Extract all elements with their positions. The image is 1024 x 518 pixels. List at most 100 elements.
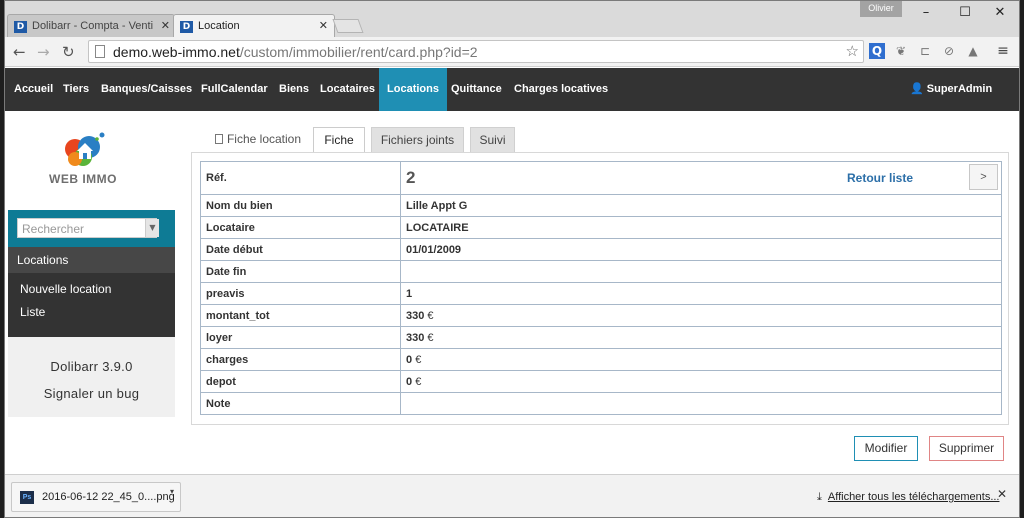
menu-biens[interactable]: Biens [279,68,309,111]
currency-symbol: € [427,309,434,322]
currency-symbol: € [415,353,422,366]
url-input[interactable]: demo.web-immo.net/custom/immobilier/rent… [88,40,864,63]
fiche-table: Réf. 2 Nom du bien Lille Appt G Locataire… [200,161,1002,415]
back-icon[interactable]: ← [13,43,26,61]
tab-fichiers-joints[interactable]: Fichiers joints [371,127,464,153]
evernote-icon[interactable]: ❦ [893,43,909,59]
fiche-heading: Fiche location [208,127,308,153]
extension-icon[interactable]: ⊏ [917,43,933,59]
row-value-text: 1 [406,287,413,300]
page-icon [95,45,105,58]
row-value-text: LOCATAIRE [406,221,469,234]
left-link-list[interactable]: Liste [20,305,45,319]
close-icon[interactable]: ✕ [319,19,328,32]
row-label: montant_tot [200,304,401,327]
currency-symbol: € [415,375,422,388]
search-block: Rechercher ▼ [8,210,175,247]
maximize-button[interactable]: ☐ [950,5,980,21]
chevron-down-icon[interactable]: ▼ [145,219,159,237]
close-window-button[interactable]: ✕ [985,5,1015,21]
drive-icon[interactable]: ▲ [965,43,981,59]
modify-button[interactable]: Modifier [854,436,918,461]
show-all-downloads-link[interactable]: ⤓ Afficher tous les téléchargements... [817,490,999,504]
currency-symbol: € [427,331,434,344]
table-row: loyer 330 € [200,326,1002,349]
download-filename: 2016-06-12 22_45_0....png [42,491,175,503]
report-bug-link[interactable]: Signaler un bug [8,386,175,401]
left-link-new-location[interactable]: Nouvelle location [20,282,111,296]
tab-strip: D Dolibarr - Compta - Venti ✕ D Location… [5,1,1019,38]
row-label: charges [200,348,401,371]
row-value-text: 330 [406,309,425,322]
row-label: Date début [200,238,401,261]
browser-tab-location[interactable]: D Location ✕ [173,14,335,38]
browser-window: D Dolibarr - Compta - Venti ✕ D Location… [4,0,1020,518]
menu-accueil[interactable]: Accueil [14,68,53,111]
row-value-text: 0 [406,353,413,366]
minimize-button[interactable]: – [911,5,941,21]
menu-locataires[interactable]: Locataires [320,68,375,111]
top-menu: Accueil Tiers Banques/Caisses FullCalend… [5,68,1019,111]
table-row: Note [200,392,1002,415]
delete-button[interactable]: Supprimer [929,436,1004,461]
search-input[interactable]: Rechercher [17,218,157,238]
downloads-bar: Ps 2016-06-12 22_45_0....png ▾ ⤓ Afficher… [5,474,1019,517]
menu-banques[interactable]: Banques/Caisses [101,68,192,111]
bookmark-star-icon[interactable]: ☆ [846,42,859,60]
menu-quittance[interactable]: Quittance [451,68,502,111]
menu-icon[interactable]: ≡ [995,43,1011,59]
extension-q-icon[interactable]: Q [869,43,885,59]
chevron-down-icon[interactable]: ▾ [170,487,174,496]
row-value: 1 [400,282,1002,305]
document-icon [214,134,223,144]
row-label: loyer [200,326,401,349]
tab-fiche[interactable]: Fiche [313,127,365,153]
back-to-list-link[interactable]: Retour liste [847,171,913,185]
table-row: montant_tot 330 € [200,304,1002,327]
row-value-text: Lille Appt G [406,199,468,212]
left-menu-title[interactable]: Locations [8,247,175,273]
dolibarr-icon: D [14,21,27,33]
fiche-heading-label: Fiche location [226,132,302,146]
user-menu[interactable]: 👤 SuperAdmin [910,68,992,111]
new-tab-button[interactable] [332,19,364,33]
row-label: Locataire [200,216,401,239]
version-text: Dolibarr 3.9.0 [50,359,133,374]
profile-badge[interactable]: Olivier [860,1,902,17]
row-value: 01/01/2009 [400,238,1002,261]
menu-locations[interactable]: Locations [379,68,447,111]
table-row: Locataire LOCATAIRE [200,216,1002,239]
table-row: preavis 1 [200,282,1002,305]
next-record-button[interactable]: > [969,164,998,190]
ref-value: 2 [406,168,416,187]
url-host: demo.web-immo.net [113,44,240,60]
forward-icon[interactable]: → [37,43,50,61]
row-value [400,392,1002,415]
extension-icon[interactable]: ⊘ [941,43,957,59]
close-icon[interactable]: ✕ [161,19,170,32]
user-name: SuperAdmin [926,83,993,95]
row-value: 330 € [400,304,1002,327]
menu-fullcalendar[interactable]: FullCalendar [201,68,268,111]
row-label: depot [200,370,401,393]
menu-tiers[interactable]: Tiers [63,68,89,111]
dolibarr-icon: D [180,21,193,33]
tab-suivi[interactable]: Suivi [470,127,515,153]
row-label: Note [200,392,401,415]
table-row: depot 0 € [200,370,1002,393]
row-value-text: 01/01/2009 [406,243,462,256]
menu-charges-locatives[interactable]: Charges locatives [514,68,608,111]
reload-icon[interactable]: ↻ [62,43,75,61]
close-icon[interactable]: ✕ [997,487,1007,501]
photoshop-file-icon: Ps [20,491,34,504]
row-value: LOCATAIRE [400,216,1002,239]
browser-tab-dolibarr[interactable]: D Dolibarr - Compta - Venti ✕ [7,14,175,38]
table-row: charges 0 € [200,348,1002,371]
row-value-text: 0 [406,375,413,388]
user-icon: 👤 [910,83,927,95]
download-item[interactable]: Ps 2016-06-12 22_45_0....png ▾ [11,482,181,512]
table-row: Date début 01/01/2009 [200,238,1002,261]
left-menu: Locations Nouvelle location Liste [8,247,175,337]
tab-label: Dolibarr - Compta - Venti [32,20,154,32]
row-value-text: 330 [406,331,425,344]
